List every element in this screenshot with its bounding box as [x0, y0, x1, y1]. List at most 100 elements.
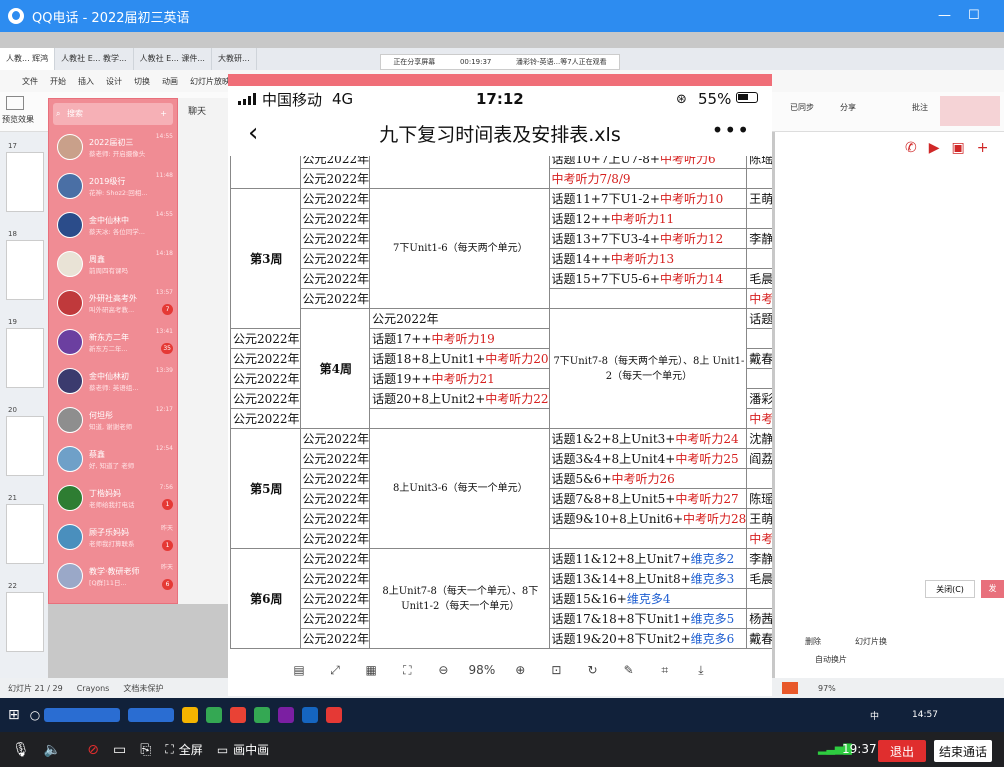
- date-cell[interactable]: 公元2022年: [299, 588, 371, 609]
- teacher-cell[interactable]: 李静: [746, 548, 772, 569]
- slide-thumbnail[interactable]: [6, 240, 44, 300]
- video-icon[interactable]: ▶: [929, 140, 940, 156]
- contact-item[interactable]: 教学·教研老师 [Q群]11日... 昨天 6: [49, 558, 179, 594]
- task-cell[interactable]: 中考听力7/8/9: [548, 168, 748, 189]
- ppt-menu-item[interactable]: 文件: [22, 76, 38, 87]
- teacher-cell[interactable]: [746, 468, 772, 489]
- exit-button[interactable]: 退出: [878, 740, 926, 762]
- task-cell[interactable]: 话题11&12+8上Unit7+维克多2: [548, 548, 748, 569]
- teacher-cell[interactable]: 戴春晓: [746, 348, 772, 369]
- contact-item[interactable]: 新东方二年 新东方二年... 13:41 35: [49, 324, 179, 360]
- contact-item[interactable]: 2019级行 花神: Shoz2:回相... 11:48: [49, 168, 179, 204]
- edit-icon[interactable]: ✎: [618, 659, 640, 681]
- teacher-cell[interactable]: 毛晨卉: [746, 568, 772, 589]
- date-cell[interactable]: 公元2022年: [299, 268, 371, 289]
- range-cell[interactable]: [369, 156, 550, 189]
- task-cell[interactable]: 话题1&2+8上Unit3+中考听力24: [548, 428, 748, 449]
- sync-label[interactable]: 已同步: [790, 102, 814, 113]
- freeze-icon[interactable]: ▦: [360, 659, 382, 681]
- app3-icon[interactable]: [302, 707, 319, 723]
- app-icon[interactable]: [254, 707, 271, 723]
- wechat-icon[interactable]: [206, 707, 223, 723]
- more-button[interactable]: •••: [712, 118, 750, 142]
- delete-button[interactable]: 删除: [805, 636, 821, 647]
- auto-switch-checkbox[interactable]: 自动换片: [815, 654, 847, 665]
- task-cell[interactable]: 中考听力15/16/17: [746, 288, 772, 309]
- contact-item[interactable]: 周鑫 前周四有课吗 14:18: [49, 246, 179, 282]
- contact-item[interactable]: 蔡鑫 好, 知道了 老师 12:54: [49, 441, 179, 477]
- teacher-cell[interactable]: 杨茜: [746, 608, 772, 629]
- date-cell[interactable]: 公元2022年: [299, 208, 371, 229]
- week-cell[interactable]: 第6周: [230, 548, 301, 649]
- date-cell[interactable]: 公元2022年: [230, 368, 301, 389]
- search-icon[interactable]: ○: [30, 708, 40, 722]
- add-user-icon[interactable]: +: [977, 140, 989, 156]
- taskbar-app-2[interactable]: [128, 708, 175, 722]
- fullscreen-icon[interactable]: ⛶: [396, 659, 418, 681]
- zoom-out-icon[interactable]: ⊖: [432, 659, 454, 681]
- date-cell[interactable]: 公元2022年: [299, 428, 371, 449]
- slide-switch-button[interactable]: 幻灯片换: [855, 636, 887, 647]
- date-cell[interactable]: 公元2022年: [299, 468, 371, 489]
- ppt-tab[interactable]: 人教... 辉鸿: [0, 48, 56, 70]
- task-cell[interactable]: 话题12++中考听力11: [548, 208, 748, 229]
- ppt-menu-item[interactable]: 切换: [134, 76, 150, 87]
- task-cell[interactable]: 话题15+7下U5-6+中考听力14: [548, 268, 748, 289]
- teacher-cell[interactable]: 陈瑶: [746, 156, 772, 169]
- date-cell[interactable]: 公元2022年: [299, 188, 371, 209]
- task-cell[interactable]: 话题19&20+8下Unit2+维克多6: [548, 628, 748, 649]
- speaker-icon[interactable]: 🔈: [44, 742, 61, 758]
- task-cell[interactable]: 话题13+7下U3-4+中考听力12: [548, 228, 748, 249]
- download-icon[interactable]: ⤓: [690, 659, 712, 681]
- task-cell[interactable]: 中考听力23: [746, 408, 772, 429]
- annotate-label[interactable]: 批注: [912, 102, 928, 113]
- qq-search-input[interactable]: ⌕ 搜索 +: [53, 103, 173, 125]
- teacher-cell[interactable]: 戴春晓: [746, 628, 772, 649]
- task-cell[interactable]: 话题5&6+中考听力26: [548, 468, 748, 489]
- share-screen-icon[interactable]: ▭: [113, 742, 126, 758]
- date-cell[interactable]: 公元2022年: [299, 288, 371, 309]
- grid-icon[interactable]: ▤: [288, 659, 310, 681]
- contact-item[interactable]: 何坦彤 知道, 谢谢老师 12:17: [49, 402, 179, 438]
- range-cell[interactable]: [548, 288, 748, 309]
- task-cell[interactable]: 话题7&8+8上Unit5+中考听力27: [548, 488, 748, 509]
- date-cell[interactable]: 公元2022年: [230, 348, 301, 369]
- date-cell[interactable]: 公元2022年: [299, 248, 371, 269]
- teacher-cell[interactable]: [746, 208, 772, 229]
- slide-thumbnail[interactable]: [6, 504, 44, 564]
- teacher-cell[interactable]: 潘彩铃: [746, 388, 772, 409]
- date-cell[interactable]: 公元2022年: [230, 408, 301, 429]
- ppt-tab[interactable]: 人教社 E... 课件...: [134, 48, 212, 70]
- app4-icon[interactable]: [326, 707, 343, 723]
- date-cell[interactable]: 公元2022年: [299, 508, 371, 529]
- camera-off-icon[interactable]: ⊘: [87, 742, 99, 758]
- week-cell[interactable]: 第4周: [299, 308, 371, 429]
- end-call-button[interactable]: 结束通话: [934, 740, 992, 762]
- mic-icon[interactable]: 🎙: [12, 742, 30, 758]
- contact-item[interactable]: 顾子乐妈妈 老师我打算联系 昨天 1: [49, 519, 179, 555]
- date-cell[interactable]: 公元2022年: [299, 528, 371, 549]
- range-cell[interactable]: 7下Unit7-8（每天两个单元）、8上 Unit1-2（每天一个单元）: [548, 308, 748, 429]
- date-cell[interactable]: 公元2022年: [299, 228, 371, 249]
- range-cell[interactable]: [369, 408, 550, 429]
- zoom-in-icon[interactable]: ⊕: [509, 659, 531, 681]
- date-cell[interactable]: 公元2022年: [369, 308, 550, 329]
- minimize-button[interactable]: —: [938, 8, 951, 23]
- teacher-cell[interactable]: [746, 368, 772, 389]
- teacher-cell[interactable]: 王萌: [746, 188, 772, 209]
- taskbar-app-1[interactable]: [44, 708, 121, 722]
- send-button[interactable]: 发: [981, 580, 1004, 598]
- ppt-menu-item[interactable]: 设计: [106, 76, 122, 87]
- contact-item[interactable]: 外研社高考外 叫外研高考教... 13:57 7: [49, 285, 179, 321]
- task-cell[interactable]: 话题16+7下U7-8+中考听力18: [746, 308, 772, 329]
- date-cell[interactable]: 公元2022年: [299, 168, 371, 189]
- teacher-cell[interactable]: 阎荔: [746, 448, 772, 469]
- fullscreen-button[interactable]: ⛶ 全屏: [165, 741, 202, 758]
- task-cell[interactable]: 话题17&18+8下Unit1+维克多5: [548, 608, 748, 629]
- screen-icon[interactable]: ▣: [952, 140, 965, 156]
- task-cell[interactable]: 话题10+7上U7-8+中考听力6: [548, 156, 748, 169]
- contact-item[interactable]: 金中仙林初 蔡老师: 英语组... 13:39: [49, 363, 179, 399]
- range-cell[interactable]: 8上Unit3-6（每天一个单元）: [369, 428, 550, 549]
- date-cell[interactable]: 公元2022年: [299, 568, 371, 589]
- task-cell[interactable]: 话题3&4+8上Unit4+中考听力25: [548, 448, 748, 469]
